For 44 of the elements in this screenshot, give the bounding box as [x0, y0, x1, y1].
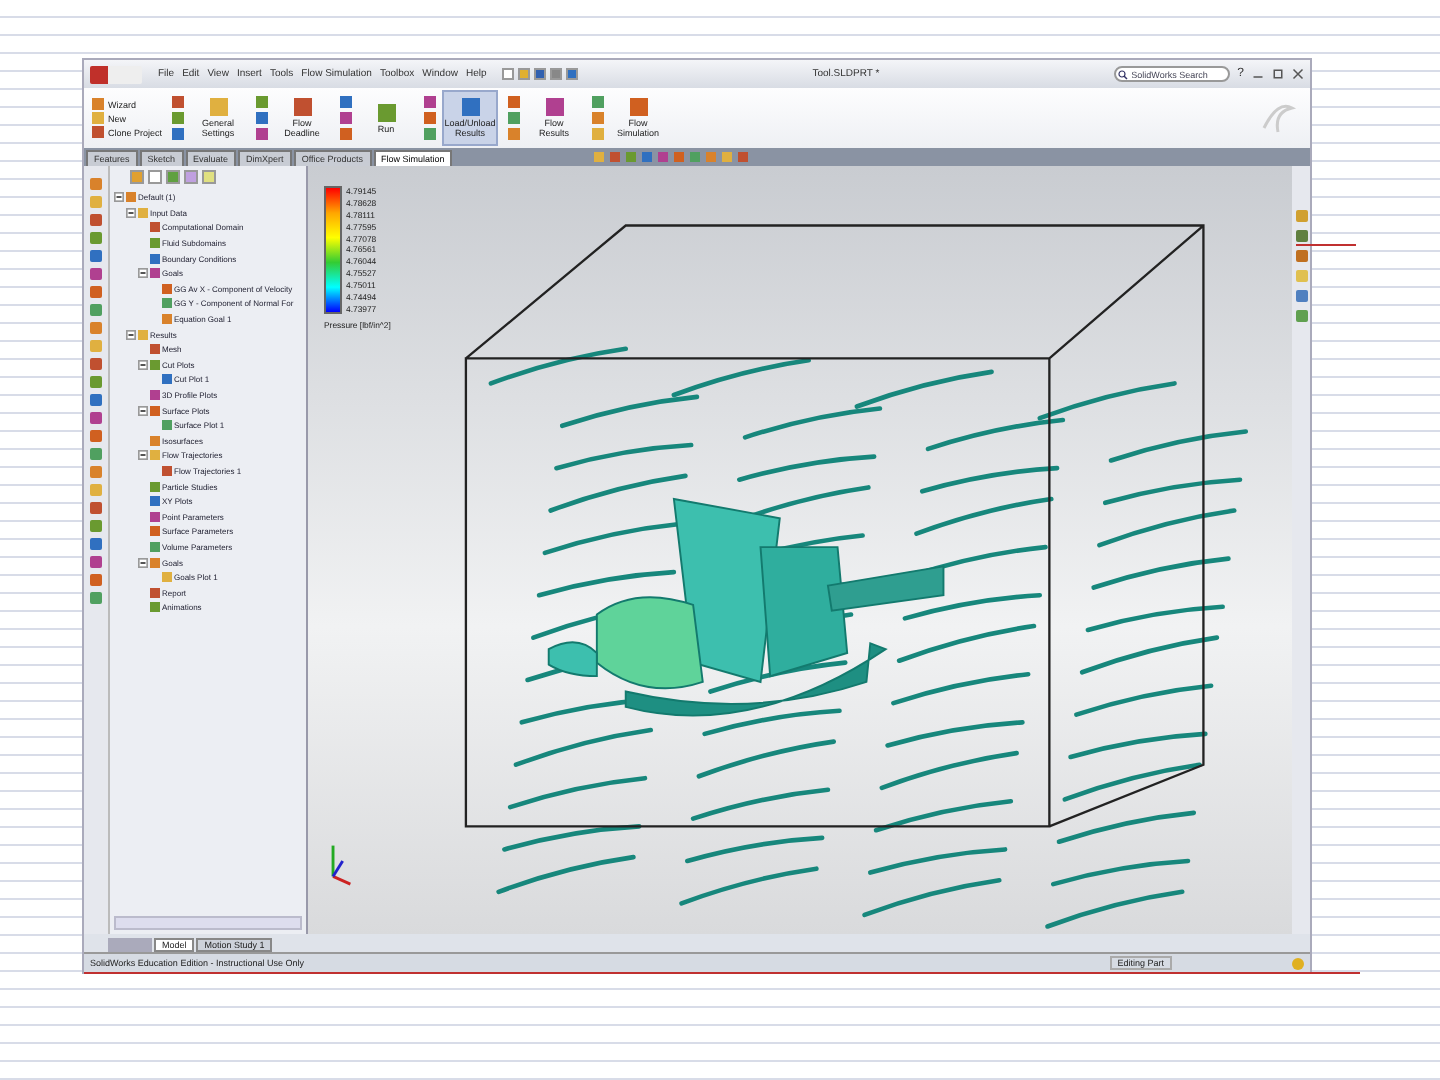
tree-node-icon: [138, 207, 148, 218]
tree-node-icon: [162, 283, 172, 294]
axis-triad-icon: [331, 845, 351, 886]
tree-node-icon: [150, 557, 160, 568]
maximize-icon[interactable]: [1272, 68, 1284, 80]
tree-node-icon: [150, 253, 160, 264]
tree-node-icon: [150, 511, 160, 522]
help-bubble-icon[interactable]: [1292, 957, 1304, 969]
close-icon[interactable]: [1292, 68, 1304, 80]
tree-node-icon: [150, 222, 160, 233]
tree-node-icon: [150, 405, 160, 416]
tree-node-icon: [138, 329, 148, 340]
tree-node-icon: [150, 268, 160, 279]
logo-icon: [90, 65, 142, 83]
collapse-toggle-icon[interactable]: [138, 450, 148, 461]
tree-node-icon: [162, 420, 172, 431]
tree-node-icon: [150, 541, 160, 552]
tree-node-icon: [150, 344, 160, 355]
tree-node-icon: [150, 450, 160, 461]
tree-node-icon: [150, 587, 160, 598]
tree-node-icon: [162, 572, 172, 583]
tree-node-icon: [126, 192, 136, 203]
tree-node-icon: [162, 298, 172, 309]
tree-node-icon: [150, 481, 160, 492]
search-icon: [1117, 69, 1128, 79]
collapse-toggle-icon[interactable]: [138, 359, 148, 370]
tree-node-icon: [162, 465, 172, 476]
collapse-toggle-icon[interactable]: [138, 557, 148, 568]
tree-node-icon: [150, 526, 160, 537]
collapse-toggle-icon[interactable]: [138, 268, 148, 279]
tree-node-icon: [162, 314, 172, 325]
tree-node-icon: [150, 602, 160, 613]
collapse-toggle-icon[interactable]: [126, 329, 136, 340]
tree-node-icon: [150, 238, 160, 249]
tree-node-icon: [150, 359, 160, 370]
scroll-bar[interactable]: [114, 916, 302, 930]
tree-node-icon: [162, 374, 172, 385]
tree-node-icon: [150, 496, 160, 507]
tree-node-icon: [150, 390, 160, 401]
tree-node-icon: [150, 435, 160, 446]
collapse-toggle-icon[interactable]: [126, 207, 136, 218]
color-scale-bar: [324, 186, 342, 314]
collapse-toggle-icon[interactable]: [138, 405, 148, 416]
collapse-toggle-icon[interactable]: [114, 192, 124, 203]
